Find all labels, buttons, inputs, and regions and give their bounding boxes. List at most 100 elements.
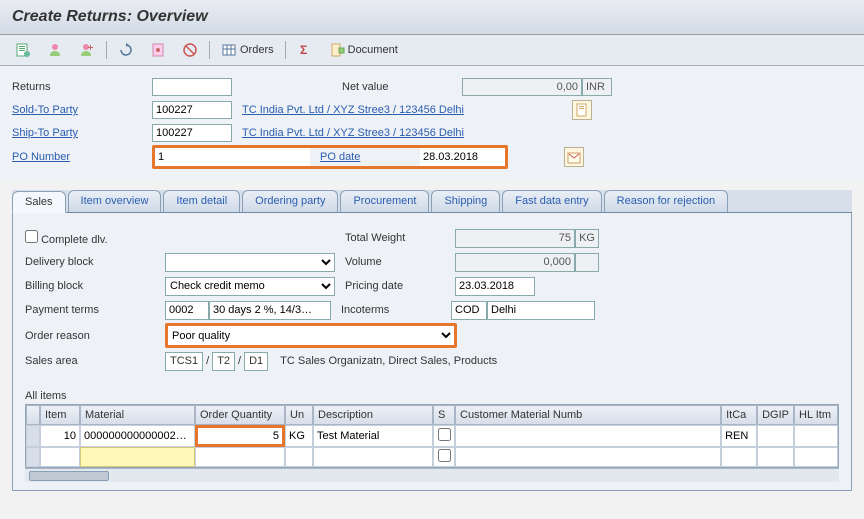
net-value-label: Net value — [342, 81, 462, 93]
cell-s-checkbox[interactable] — [438, 449, 451, 462]
horizontal-scrollbar[interactable] — [25, 468, 839, 482]
complete-dlv-label: Complete dlv. — [41, 234, 107, 246]
sales-area-1: TCS1 — [165, 352, 203, 371]
cell-dgip[interactable] — [758, 448, 793, 466]
tab-shipping[interactable]: Shipping — [431, 190, 500, 212]
cell-desc[interactable] — [314, 426, 432, 446]
col-itca[interactable]: ItCa — [721, 405, 757, 425]
order-reason-select[interactable]: Poor quality — [168, 326, 454, 345]
complete-dlv-group: Complete dlv. — [25, 230, 165, 246]
po-number-label[interactable]: PO Number — [12, 151, 152, 163]
sold-to-link[interactable]: TC India Pvt. Ltd / XYZ Stree3 / 123456 … — [242, 104, 464, 116]
ship-to-input[interactable] — [152, 124, 232, 142]
po-date-label[interactable]: PO date — [320, 151, 410, 163]
billing-block-select[interactable]: Check credit memo — [165, 277, 335, 296]
display-icon[interactable] — [10, 39, 36, 61]
attach-icon[interactable] — [145, 39, 171, 61]
volume-unit-field — [575, 253, 599, 272]
pricing-date-label: Pricing date — [345, 280, 455, 292]
cancel-icon[interactable] — [177, 39, 203, 61]
cell-itca[interactable] — [722, 426, 756, 446]
refresh-icon[interactable] — [113, 39, 139, 61]
tab-item-overview[interactable]: Item overview — [68, 190, 162, 212]
delivery-block-label: Delivery block — [25, 256, 165, 268]
col-desc[interactable]: Description — [313, 405, 433, 425]
cell-desc[interactable] — [314, 448, 432, 466]
tab-strip: Sales Item overview Item detail Ordering… — [12, 190, 852, 213]
net-value-field — [462, 78, 582, 96]
ship-to-label[interactable]: Ship-To Party — [12, 127, 152, 139]
incoterms-text-input[interactable] — [487, 301, 595, 320]
sold-to-label[interactable]: Sold-To Party — [12, 104, 152, 116]
cell-itca[interactable] — [722, 448, 756, 466]
sold-to-input[interactable] — [152, 101, 232, 119]
sales-area-text: TC Sales Organizatn, Direct Sales, Produ… — [280, 355, 497, 367]
col-dgip[interactable]: DGIP — [757, 405, 794, 425]
po-number-input[interactable] — [155, 148, 310, 166]
cell-item[interactable] — [41, 426, 79, 446]
po-date-input[interactable] — [420, 148, 505, 166]
cell-hlitm[interactable] — [795, 448, 837, 466]
sum-icon[interactable]: Σ — [292, 39, 318, 61]
items-table: Item Material Order Quantity Un Descript… — [25, 404, 839, 468]
incoterms-label: Incoterms — [341, 304, 451, 316]
po-details-icon[interactable] — [564, 147, 584, 167]
sales-tab-content: Complete dlv. Total Weight Delivery bloc… — [12, 213, 852, 491]
sold-to-details-icon[interactable] — [572, 100, 592, 120]
payment-terms-label: Payment terms — [25, 304, 165, 316]
table-row[interactable] — [26, 447, 838, 467]
orders-label: Orders — [240, 44, 274, 56]
returns-label: Returns — [12, 81, 152, 93]
col-un[interactable]: Un — [285, 405, 313, 425]
tabs-container: Sales Item overview Item detail Ordering… — [12, 190, 852, 491]
delivery-block-select[interactable] — [165, 253, 335, 272]
person-icon[interactable] — [42, 39, 68, 61]
tab-reason-rejection[interactable]: Reason for rejection — [604, 190, 728, 212]
col-cmn[interactable]: Customer Material Numb — [455, 405, 721, 425]
cell-qty[interactable] — [196, 448, 284, 466]
payment-terms-text-input[interactable] — [209, 301, 331, 320]
complete-dlv-checkbox[interactable] — [25, 230, 38, 243]
page-title: Create Returns: Overview — [12, 8, 852, 26]
tab-item-detail[interactable]: Item detail — [163, 190, 240, 212]
col-hlitm[interactable]: HL Itm — [794, 405, 838, 425]
cell-cmn[interactable] — [456, 426, 720, 446]
pricing-date-input[interactable] — [455, 277, 535, 296]
cell-item[interactable] — [41, 448, 79, 466]
volume-label: Volume — [345, 256, 455, 268]
app-toolbar: Orders Σ Document — [0, 35, 864, 66]
order-reason-highlight: Poor quality — [165, 323, 457, 348]
col-material[interactable]: Material — [80, 405, 195, 425]
tab-sales[interactable]: Sales — [12, 191, 66, 213]
payment-terms-code-input[interactable] — [165, 301, 209, 320]
cell-s-checkbox[interactable] — [438, 428, 451, 441]
document-button[interactable]: Document — [324, 39, 403, 61]
returns-input[interactable] — [152, 78, 232, 96]
cell-hlitm[interactable] — [795, 426, 837, 446]
table-row[interactable] — [26, 425, 838, 447]
col-s[interactable]: S — [433, 405, 455, 425]
cell-cmn[interactable] — [456, 448, 720, 466]
title-bar: Create Returns: Overview — [0, 0, 864, 35]
sales-area-3: D1 — [244, 352, 268, 371]
cell-qty[interactable] — [198, 428, 282, 444]
tab-fast-data-entry[interactable]: Fast data entry — [502, 190, 601, 212]
total-weight-label: Total Weight — [345, 232, 455, 244]
table-header-row: Item Material Order Quantity Un Descript… — [26, 405, 838, 425]
currency-field — [582, 78, 612, 96]
orders-button[interactable]: Orders — [216, 39, 279, 61]
cell-un[interactable] — [286, 426, 312, 446]
tab-ordering-party[interactable]: Ordering party — [242, 190, 338, 212]
col-qty[interactable]: Order Quantity — [195, 405, 285, 425]
cell-un[interactable] — [286, 448, 312, 466]
po-highlight-box: PO date — [152, 145, 508, 169]
tab-procurement[interactable]: Procurement — [340, 190, 429, 212]
cell-dgip[interactable] — [758, 426, 793, 446]
col-item[interactable]: Item — [40, 405, 80, 425]
cell-material-active[interactable] — [81, 448, 194, 466]
incoterms-code-input[interactable] — [451, 301, 487, 320]
billing-block-label: Billing block — [25, 280, 165, 292]
person-add-icon[interactable] — [74, 39, 100, 61]
ship-to-link[interactable]: TC India Pvt. Ltd / XYZ Stree3 / 123456 … — [242, 127, 464, 139]
cell-material[interactable] — [81, 426, 194, 446]
